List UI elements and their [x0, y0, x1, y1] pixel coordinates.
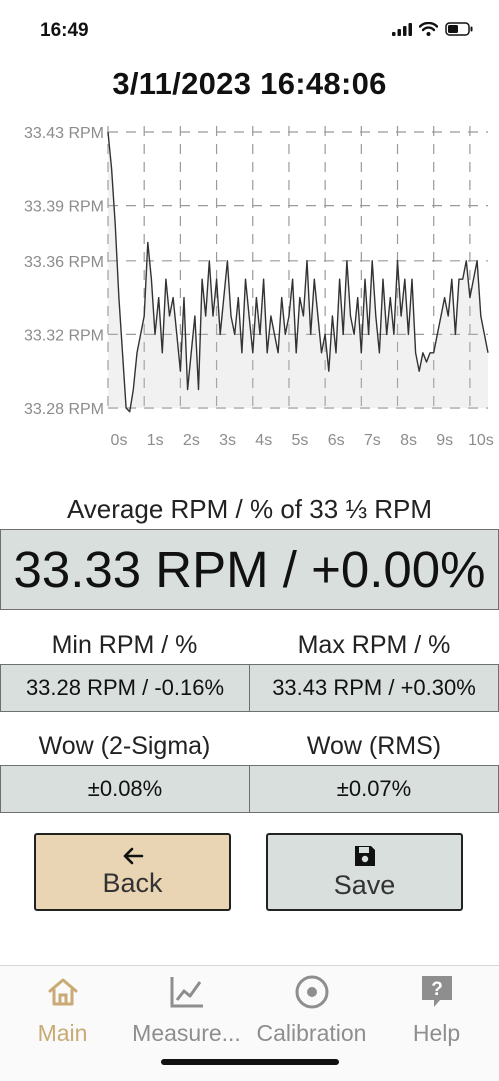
- tab-help[interactable]: ? Help: [374, 972, 499, 1047]
- tab-help-label: Help: [412, 1020, 461, 1046]
- min-value: 33.28 RPM / -0.16%: [0, 664, 250, 712]
- save-button[interactable]: Save: [266, 833, 463, 911]
- y-tick-label: 33.43 RPM: [24, 125, 104, 142]
- wifi-icon: [419, 22, 438, 36]
- tab-calibration-label: Calibration: [256, 1020, 367, 1046]
- status-bar: 16:49: [0, 0, 499, 62]
- status-time: 16:49: [40, 20, 89, 41]
- max-label: Max RPM / %: [297, 631, 451, 659]
- min-max-row: 33.28 RPM / -0.16% 33.43 RPM / +0.30%: [0, 664, 499, 712]
- svg-text:?: ?: [431, 979, 443, 1000]
- max-value: 33.43 RPM / +0.30%: [249, 664, 499, 712]
- status-icons: [392, 22, 473, 36]
- x-tick-label: 0s: [111, 432, 128, 449]
- y-tick-label: 33.36 RPM: [24, 254, 104, 271]
- x-tick-label: 5s: [291, 432, 308, 449]
- x-tick-label: 10s: [468, 432, 494, 449]
- x-tick-label: 3s: [219, 432, 236, 449]
- y-tick-label: 33.39 RPM: [24, 199, 104, 216]
- battery-icon: [445, 22, 473, 36]
- target-icon: [295, 975, 328, 1009]
- signal-icon: [392, 22, 412, 36]
- x-tick-label: 1s: [147, 432, 164, 449]
- wow-2sigma-label: Wow (2-Sigma): [38, 732, 211, 760]
- rpm-area: [108, 132, 488, 412]
- tab-main-label: Main: [37, 1020, 88, 1046]
- x-tick-label: 7s: [364, 432, 381, 449]
- x-tick-label: 4s: [255, 432, 272, 449]
- save-button-label: Save: [333, 869, 396, 900]
- x-tick-label: 6s: [328, 432, 345, 449]
- tab-measurements-label: Measure...: [132, 1020, 241, 1046]
- back-button[interactable]: Back: [34, 833, 231, 911]
- average-value: 33.33 RPM / +0.00%: [0, 529, 499, 610]
- rpm-chart: 33.43 RPM 33.39 RPM 33.36 RPM 33.32 RPM 33.2…: [24, 125, 494, 449]
- home-icon: [48, 978, 77, 1006]
- wow-rms-label: Wow (RMS): [306, 732, 442, 760]
- y-tick-label: 33.28 RPM: [24, 401, 104, 418]
- wow-rms-value: ±0.07%: [249, 765, 499, 813]
- tab-measurements[interactable]: Measure...: [124, 972, 249, 1047]
- home-indicator: [161, 1059, 339, 1065]
- x-tick-label: 2s: [183, 432, 200, 449]
- measurement-timestamp: 3/11/2023 16:48:06: [112, 66, 387, 101]
- x-tick-label: 9s: [436, 432, 453, 449]
- wow-2sigma-value: ±0.08%: [0, 765, 250, 813]
- min-label: Min RPM / %: [51, 631, 198, 659]
- line-chart-icon: [170, 977, 203, 1008]
- help-icon: ?: [421, 976, 452, 1007]
- average-label: Average RPM / % of 33 ⅓ RPM: [66, 494, 433, 524]
- tab-main[interactable]: Main: [0, 972, 125, 1047]
- back-button-label: Back: [102, 867, 163, 898]
- tab-calibration[interactable]: Calibration: [249, 972, 374, 1047]
- x-tick-label: 8s: [400, 432, 417, 449]
- arrow-left-icon: [123, 847, 143, 864]
- y-tick-label: 33.32 RPM: [24, 327, 104, 344]
- floppy-disk-icon: [354, 845, 375, 866]
